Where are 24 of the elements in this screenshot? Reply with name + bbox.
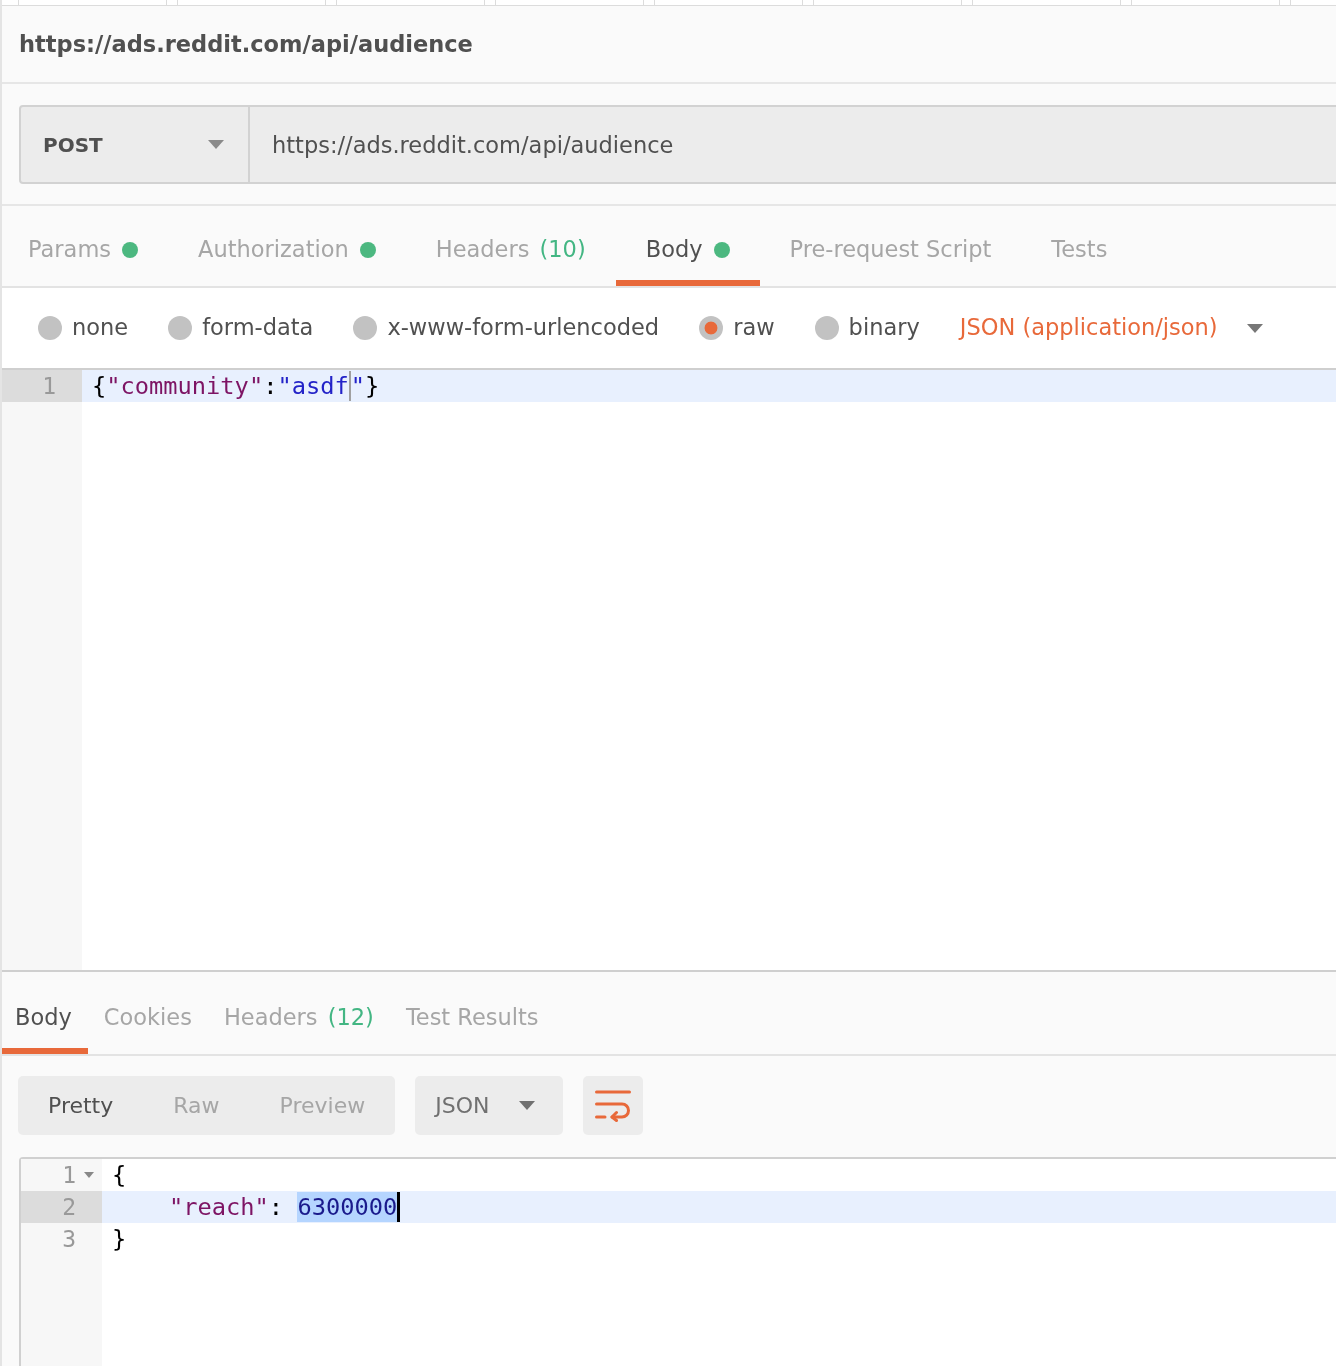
method-dropdown[interactable]: POST xyxy=(19,105,250,184)
request-title: https://ads.reddit.com/api/audience xyxy=(19,30,473,58)
format-dropdown[interactable]: JSON xyxy=(415,1076,564,1135)
body-type-option[interactable]: form-data xyxy=(168,311,314,345)
wrap-lines-button[interactable] xyxy=(583,1076,644,1135)
caret-icon xyxy=(519,1101,536,1110)
line-number: 1 xyxy=(61,1161,77,1190)
body-type-option[interactable]: none xyxy=(38,311,129,345)
view-mode-button[interactable]: Pretty xyxy=(18,1076,144,1135)
body-type-option[interactable]: x-www-form-urlencoded xyxy=(353,311,660,345)
line-number: 1 xyxy=(2,370,82,402)
caret-icon xyxy=(208,140,224,149)
url-field[interactable]: https://ads.reddit.com/api/audience xyxy=(250,105,1336,184)
line-number: 2 xyxy=(21,1191,102,1223)
code-line: { xyxy=(111,1160,128,1191)
response-tab[interactable]: Body xyxy=(2,972,88,1054)
code-line: } xyxy=(111,1224,128,1255)
fold-caret-icon[interactable] xyxy=(84,1172,94,1178)
body-type-option[interactable]: binary xyxy=(814,311,920,345)
line-number: 3 xyxy=(61,1225,77,1254)
response-viewer[interactable]: 1 2 3 { "reach": 6300000 } xyxy=(19,1157,1336,1366)
caret-icon xyxy=(1246,323,1263,333)
code-editor[interactable]: 1 {"community":"asdf"} xyxy=(2,368,1336,972)
body-type-option[interactable]: raw xyxy=(699,311,775,345)
